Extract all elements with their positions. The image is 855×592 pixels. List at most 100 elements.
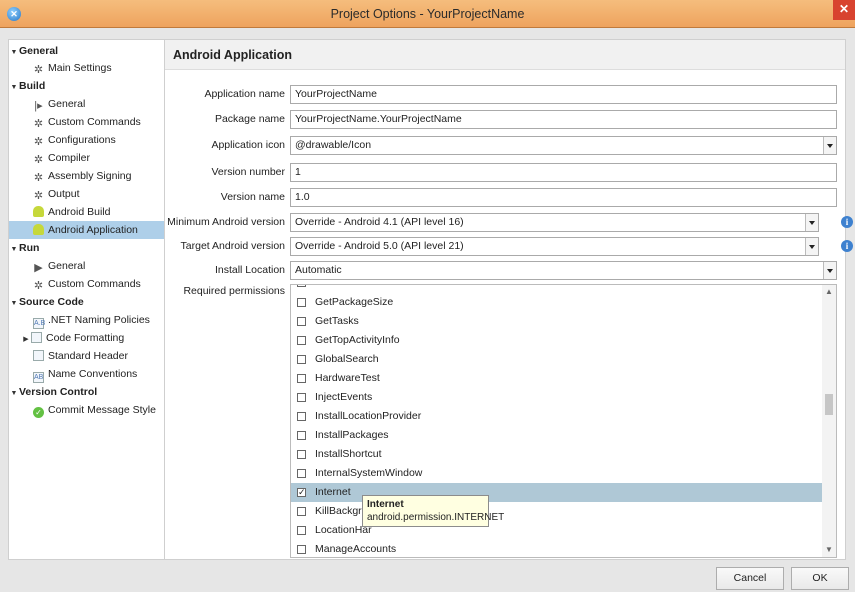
gear-icon: ✲	[33, 64, 44, 76]
sidebar-item-assembly-signing[interactable]: ✲ Assembly Signing	[9, 167, 164, 185]
window-title: Project Options - YourProjectName	[330, 7, 525, 21]
tree-section-label: General	[19, 45, 59, 57]
permission-checkbox[interactable]	[297, 545, 306, 554]
sidebar-item-build-general[interactable]: |▸ General	[9, 95, 164, 113]
sidebar-item-label: Name Conventions	[48, 368, 138, 380]
gear-icon: ✲	[33, 172, 44, 184]
sidebar-item-label: Custom Commands	[48, 116, 141, 128]
ok-button[interactable]: OK	[791, 567, 849, 590]
sidebar-item-android-application[interactable]: Android Application	[9, 221, 164, 239]
app-name-field[interactable]: YourProjectName	[290, 85, 837, 104]
options-sidebar: ▼ General ✲ Main Settings ▼ Build |▸ General…	[8, 39, 165, 560]
permissions-scrollbar[interactable]: ▲ ▼	[822, 285, 836, 557]
list-item[interactable]: GetTasks	[291, 312, 823, 331]
sidebar-item-configurations[interactable]: ✲ Configurations	[9, 131, 164, 149]
version-name-field[interactable]: 1.0	[290, 188, 837, 207]
sidebar-item-code-formatting[interactable]: ▶ Code Formatting	[9, 329, 164, 347]
install-location-value: Automatic	[295, 264, 342, 276]
scroll-down-icon[interactable]: ▼	[822, 543, 836, 557]
app-icon-value: @drawable/Icon	[295, 139, 372, 151]
permission-label: HardwareTest	[315, 372, 380, 384]
permission-label: GetPackageSize	[315, 296, 394, 308]
app-icon-dropdown[interactable]: @drawable/Icon	[290, 136, 837, 155]
sidebar-item-main-settings[interactable]: ✲ Main Settings	[9, 59, 164, 77]
tree-section-source-code[interactable]: ▼ Source Code	[9, 293, 164, 311]
document-icon	[33, 350, 44, 361]
list-item[interactable]: ManageAccounts	[291, 540, 823, 557]
tree-section-version-control[interactable]: ▼ Version Control	[9, 383, 164, 401]
sidebar-item-compiler[interactable]: ✲ Compiler	[9, 149, 164, 167]
chevron-down-icon[interactable]	[823, 262, 836, 279]
sidebar-item-label: Android Application	[48, 224, 138, 236]
install-location-dropdown[interactable]: Automatic	[290, 261, 837, 280]
package-name-label: Package name	[214, 113, 285, 125]
permission-checkbox[interactable]	[297, 374, 306, 383]
permission-checkbox[interactable]	[297, 285, 306, 287]
chevron-down-icon[interactable]	[805, 214, 818, 231]
list-item[interactable]: GetTopActivityInfo	[291, 331, 823, 350]
sidebar-item-android-build[interactable]: Android Build	[9, 203, 164, 221]
sidebar-item-label: General	[48, 98, 86, 110]
tree-section-run[interactable]: ▼ Run	[9, 239, 164, 257]
permission-checkbox[interactable]	[297, 336, 306, 345]
permission-checkbox[interactable]	[297, 355, 306, 364]
permission-checkbox[interactable]: ✓	[297, 488, 306, 497]
version-number-field[interactable]: 1	[290, 163, 837, 182]
info-icon[interactable]: i	[841, 216, 853, 228]
tree-section-label: Version Control	[19, 386, 98, 398]
sidebar-item-label: Code Formatting	[46, 332, 125, 344]
min-android-dropdown[interactable]: Override - Android 4.1 (API level 16)	[290, 213, 819, 232]
list-item[interactable]: GlobalSearch	[291, 350, 823, 369]
list-item[interactable]: InstallShortcut	[291, 445, 823, 464]
list-item[interactable]: InstallLocationProvider	[291, 407, 823, 426]
sidebar-item-run-custom-commands[interactable]: ✲ Custom Commands	[9, 275, 164, 293]
list-item[interactable]: HardwareTest	[291, 369, 823, 388]
title-bar: ✕ Project Options - YourProjectName ✕	[0, 0, 855, 28]
target-android-dropdown[interactable]: Override - Android 5.0 (API level 21)	[290, 237, 819, 256]
sidebar-item-output[interactable]: ✲ Output	[9, 185, 164, 203]
document-icon	[31, 332, 42, 343]
list-item[interactable]: GetPackageSize	[291, 293, 823, 312]
page-title: Android Application	[173, 48, 292, 62]
permission-checkbox[interactable]	[297, 507, 306, 516]
sidebar-item-run-general[interactable]: ▶ General	[9, 257, 164, 275]
permission-checkbox[interactable]	[297, 298, 306, 307]
tree-section-general[interactable]: ▼ General	[9, 42, 164, 60]
permission-checkbox[interactable]	[297, 431, 306, 440]
permission-checkbox[interactable]	[297, 450, 306, 459]
android-icon	[33, 206, 44, 217]
scroll-up-icon[interactable]: ▲	[822, 285, 836, 299]
version-name-label: Version name	[220, 191, 285, 203]
sidebar-item-name-conventions[interactable]: AB Name Conventions	[9, 365, 164, 383]
version-number-label: Version number	[211, 166, 285, 178]
permission-checkbox[interactable]	[297, 526, 306, 535]
permission-label: ManageAccounts	[315, 543, 397, 555]
tree-section-build[interactable]: ▼ Build	[9, 77, 164, 95]
list-item[interactable]: InjectEvents	[291, 388, 823, 407]
sidebar-item-naming-policies[interactable]: A.B .NET Naming Policies	[9, 311, 164, 329]
permission-tooltip: Internet android.permission.INTERNET	[362, 495, 504, 527]
sidebar-item-label: Output	[48, 188, 80, 200]
permission-checkbox[interactable]	[297, 469, 306, 478]
sidebar-item-standard-header[interactable]: Standard Header	[9, 347, 164, 365]
chevron-down-icon[interactable]	[823, 137, 836, 154]
chevron-down-icon[interactable]	[805, 238, 818, 255]
cancel-button[interactable]: Cancel	[716, 567, 784, 590]
permission-checkbox[interactable]	[297, 317, 306, 326]
permission-checkbox[interactable]	[297, 412, 306, 421]
scrollbar-thumb[interactable]	[825, 394, 833, 415]
permission-checkbox[interactable]	[297, 393, 306, 402]
tooltip-title: Internet	[367, 499, 404, 510]
info-icon[interactable]: i	[841, 240, 853, 252]
sidebar-item-custom-commands[interactable]: ✲ Custom Commands	[9, 113, 164, 131]
list-item[interactable]: InternalSystemWindow	[291, 464, 823, 483]
close-window-button[interactable]: ✕	[833, 0, 855, 20]
list-item[interactable]: InstallPackages	[291, 426, 823, 445]
package-name-field[interactable]: YourProjectName.YourProjectName	[290, 110, 837, 129]
tree-section-label: Build	[19, 80, 46, 92]
permissions-label: Required permissions	[183, 285, 285, 297]
sidebar-item-label: General	[48, 260, 86, 272]
gear-icon: ✲	[33, 136, 44, 148]
sidebar-item-commit-message-style[interactable]: ✓ Commit Message Style	[9, 401, 164, 419]
list-item[interactable]	[291, 285, 823, 292]
